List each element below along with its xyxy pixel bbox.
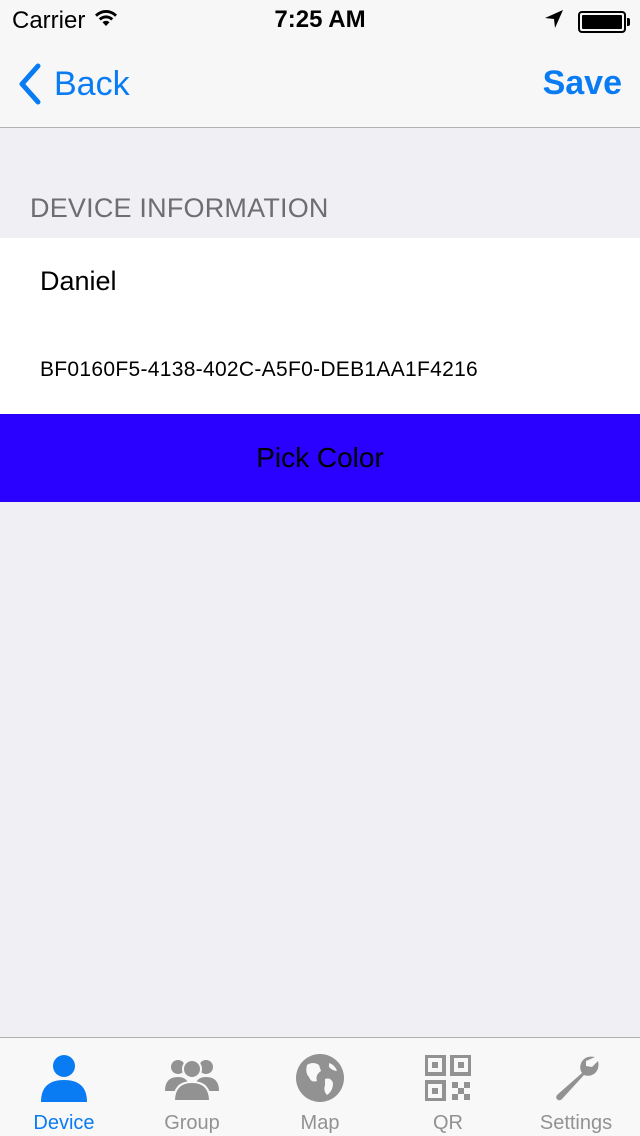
globe-icon xyxy=(292,1052,348,1104)
tab-group[interactable]: Group xyxy=(128,1038,256,1136)
device-uuid-text: BF0160F5-4138-402C-A5F0-DEB1AA1F4216 xyxy=(40,358,479,381)
person-icon xyxy=(36,1052,92,1104)
group-icon xyxy=(164,1052,220,1104)
tab-settings[interactable]: Settings xyxy=(512,1038,640,1136)
status-bar: Carrier 7:25 AM xyxy=(0,0,640,40)
top-bar: Carrier 7:25 AM Back Save xyxy=(0,0,640,128)
tab-qr[interactable]: QR xyxy=(384,1038,512,1136)
wrench-icon xyxy=(548,1052,604,1104)
tab-device-label: Device xyxy=(33,1112,95,1134)
tab-group-label: Group xyxy=(164,1112,220,1134)
device-name-field[interactable]: Daniel xyxy=(40,266,117,297)
device-detail-screen: Carrier 7:25 AM Back Save DEVICE INFORMA… xyxy=(0,0,640,1136)
tab-map[interactable]: Map xyxy=(256,1038,384,1136)
section-header: DEVICE INFORMATION xyxy=(30,193,329,223)
save-button[interactable]: Save xyxy=(543,64,622,103)
chevron-left-icon xyxy=(14,62,54,106)
navigation-bar: Back Save xyxy=(0,40,640,128)
tab-bar: Device Group Map QR Settings xyxy=(0,1037,640,1136)
back-button[interactable]: Back xyxy=(14,62,130,106)
status-right-icons xyxy=(544,9,630,34)
back-label: Back xyxy=(54,64,130,103)
qr-code-icon xyxy=(420,1052,476,1104)
tab-device[interactable]: Device xyxy=(0,1038,128,1136)
battery-icon xyxy=(578,10,630,33)
device-info-group: Daniel BF0160F5-4138-402C-A5F0-DEB1AA1F4… xyxy=(0,238,640,414)
tab-settings-label: Settings xyxy=(539,1112,613,1134)
tab-map-label: Map xyxy=(300,1112,340,1134)
location-arrow-icon xyxy=(544,9,564,34)
tab-qr-label: QR xyxy=(433,1112,463,1134)
pick-color-button[interactable]: Pick Color xyxy=(0,414,640,502)
